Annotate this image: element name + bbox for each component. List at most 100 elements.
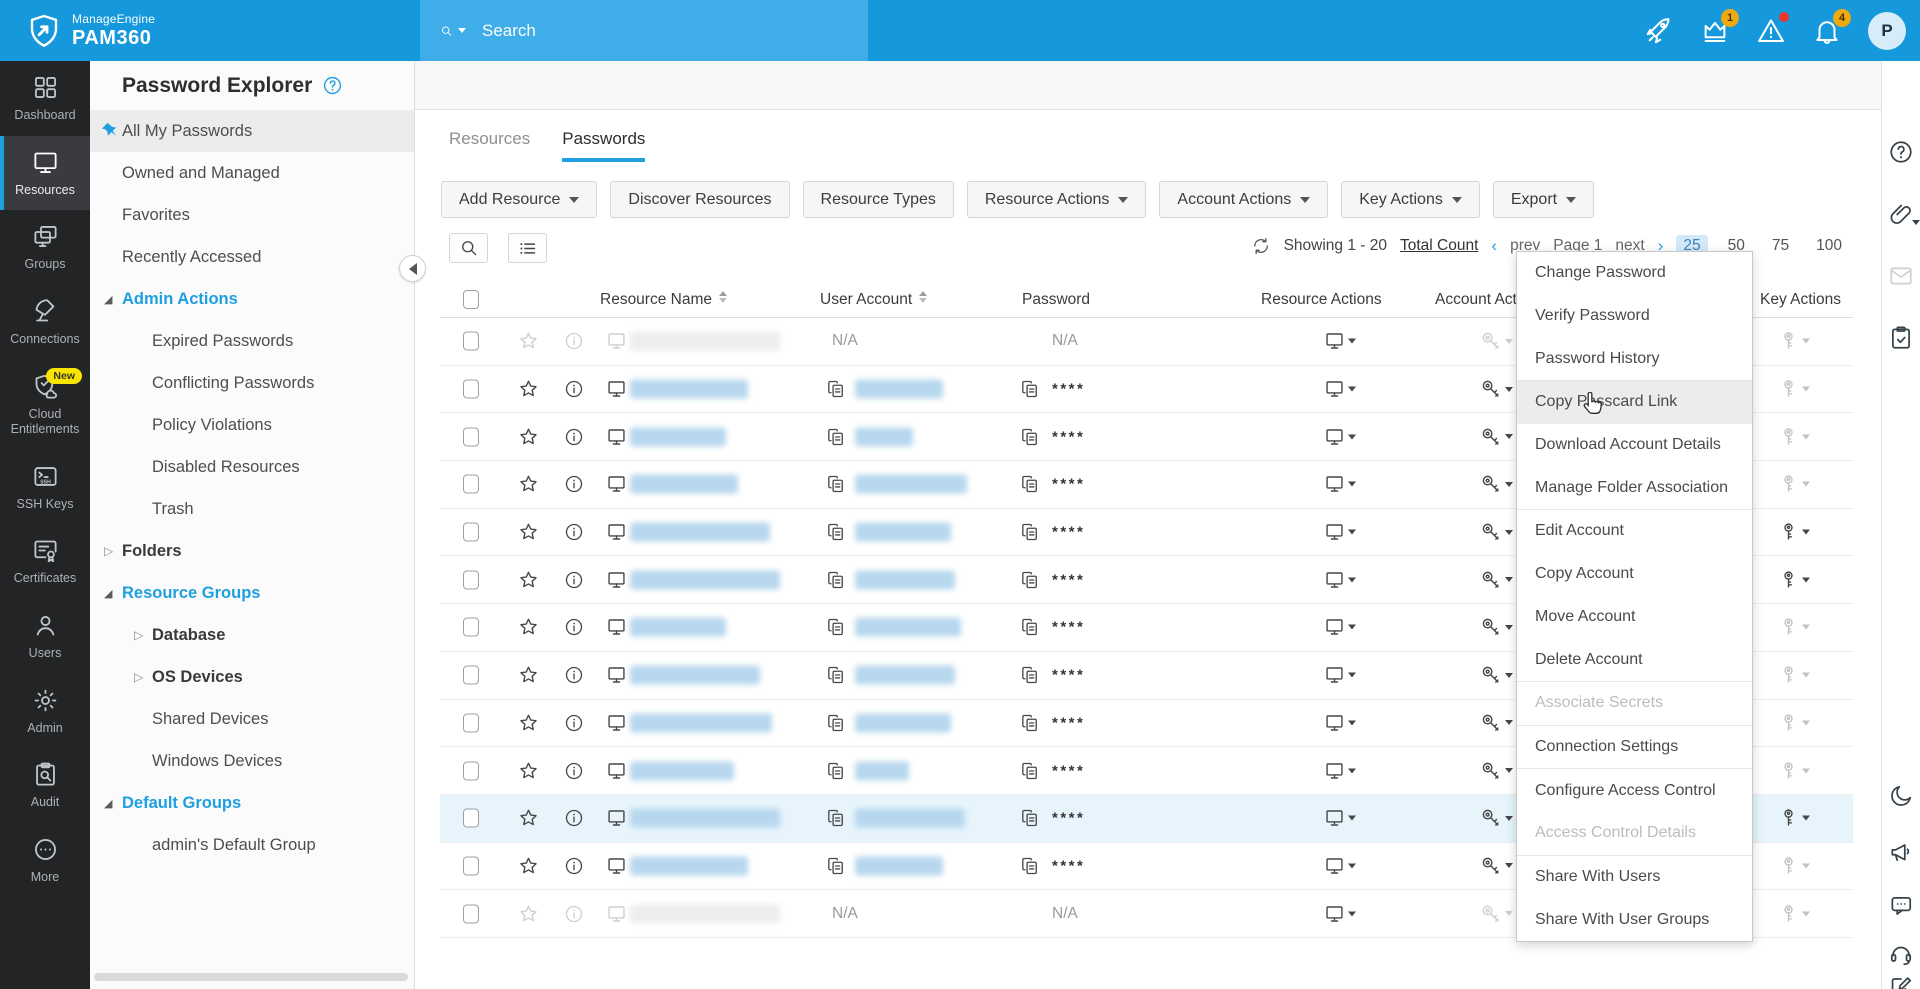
copy-user-account-icon[interactable]	[826, 570, 846, 590]
copy-password-icon[interactable]	[1020, 379, 1040, 399]
key-actions-button[interactable]	[1778, 855, 1810, 876]
global-search-input[interactable]: Search	[420, 0, 868, 61]
info-icon[interactable]	[564, 904, 584, 924]
resource-actions-button[interactable]	[1324, 617, 1356, 638]
key-actions-button[interactable]	[1778, 808, 1810, 829]
resource-actions-button[interactable]	[1324, 426, 1356, 447]
sort-icon[interactable]	[919, 291, 927, 303]
account-actions-button[interactable]	[1480, 664, 1513, 686]
row-checkbox[interactable]	[463, 856, 479, 875]
copy-password-icon[interactable]	[1020, 761, 1040, 781]
key-actions-button[interactable]	[1778, 712, 1810, 733]
copy-user-account-icon[interactable]	[826, 665, 846, 685]
resource-actions-button[interactable]	[1324, 474, 1356, 495]
resource-actions-button[interactable]	[1324, 331, 1356, 352]
tree-item-recently-accessed[interactable]: Recently Accessed	[90, 236, 414, 278]
row-checkbox[interactable]	[463, 475, 479, 494]
tree-item-all-my-passwords[interactable]: All My Passwords	[90, 110, 414, 152]
total-count-link[interactable]: Total Count	[1400, 237, 1478, 255]
account-actions-button[interactable]	[1480, 426, 1513, 448]
favorite-star-icon[interactable]	[518, 903, 539, 924]
tree-item-resource-groups[interactable]: ◢Resource Groups	[90, 572, 414, 614]
app-logo[interactable]: ManageEngine PAM360	[0, 12, 155, 50]
row-checkbox[interactable]	[463, 904, 479, 923]
tree-item-default-groups[interactable]: ◢Default Groups	[90, 782, 414, 824]
favorite-star-icon[interactable]	[518, 712, 539, 733]
resource-actions-button[interactable]	[1324, 760, 1356, 781]
menu-item-share-with-user-groups[interactable]: Share With User Groups	[1517, 898, 1752, 941]
account-actions-button[interactable]	[1480, 807, 1513, 829]
account-actions-button[interactable]	[1480, 616, 1513, 638]
table-search-button[interactable]	[449, 233, 488, 263]
info-icon[interactable]	[564, 474, 584, 494]
help-circle-icon[interactable]	[1888, 139, 1914, 165]
menu-item-change-password[interactable]: Change Password	[1517, 252, 1752, 295]
account-actions-button[interactable]	[1480, 855, 1513, 877]
select-all-checkbox[interactable]	[463, 290, 479, 309]
sidebar-item-ssh-keys[interactable]: SSHSSH Keys	[0, 450, 90, 525]
row-checkbox[interactable]	[463, 809, 479, 828]
tree-collapsed-icon[interactable]: ▷	[134, 670, 143, 684]
key-actions-button[interactable]	[1778, 665, 1810, 686]
account-actions-button[interactable]	[1480, 473, 1513, 495]
user-avatar[interactable]: P	[1868, 12, 1906, 50]
tree-expanded-icon[interactable]: ◢	[104, 293, 112, 306]
tree-item-windows-devices[interactable]: Windows Devices	[90, 740, 414, 782]
copy-user-account-icon[interactable]	[826, 713, 846, 733]
column-header-resource-name[interactable]: Resource Name	[600, 291, 727, 309]
account-actions-button[interactable]	[1480, 760, 1513, 782]
copy-password-icon[interactable]	[1020, 522, 1040, 542]
account-actions-button[interactable]	[1480, 521, 1513, 543]
explorer-scrollbar[interactable]	[94, 973, 408, 981]
copy-password-icon[interactable]	[1020, 617, 1040, 637]
info-icon[interactable]	[564, 856, 584, 876]
sidebar-item-more[interactable]: More	[0, 823, 90, 898]
menu-item-move-account[interactable]: Move Account	[1517, 596, 1752, 639]
copy-user-account-icon[interactable]	[826, 808, 846, 828]
tree-item-admin-s-default-group[interactable]: admin's Default Group	[90, 824, 414, 866]
license-crown-icon[interactable]: 1	[1700, 16, 1730, 46]
favorite-star-icon[interactable]	[518, 665, 539, 686]
menu-item-edit-account[interactable]: Edit Account	[1517, 510, 1752, 553]
key-actions-button[interactable]	[1778, 474, 1810, 495]
copy-password-icon[interactable]	[1020, 665, 1040, 685]
tree-item-favorites[interactable]: Favorites	[90, 194, 414, 236]
tree-expanded-icon[interactable]: ◢	[104, 797, 112, 810]
favorite-star-icon[interactable]	[518, 808, 539, 829]
menu-item-manage-folder-association[interactable]: Manage Folder Association	[1517, 466, 1752, 509]
sidebar-item-cloud-entitlements[interactable]: Cloud EntitlementsNew	[0, 360, 90, 450]
sidebar-item-admin[interactable]: Admin	[0, 674, 90, 749]
key-actions-button[interactable]: Key Actions	[1341, 181, 1480, 218]
favorite-star-icon[interactable]	[518, 760, 539, 781]
resource-actions-button[interactable]	[1324, 522, 1356, 543]
key-actions-button[interactable]	[1778, 903, 1810, 924]
tree-item-shared-devices[interactable]: Shared Devices	[90, 698, 414, 740]
menu-item-verify-password[interactable]: Verify Password	[1517, 295, 1752, 338]
feedback-icon[interactable]	[1888, 973, 1914, 989]
copy-user-account-icon[interactable]	[826, 379, 846, 399]
menu-item-password-history[interactable]: Password History	[1517, 337, 1752, 380]
key-actions-button[interactable]	[1778, 569, 1810, 590]
announcement-icon[interactable]	[1888, 839, 1914, 865]
key-actions-button[interactable]	[1778, 617, 1810, 638]
copy-password-icon[interactable]	[1020, 474, 1040, 494]
sidebar-item-users[interactable]: Users	[0, 599, 90, 674]
copy-user-account-icon[interactable]	[826, 856, 846, 876]
row-checkbox[interactable]	[463, 761, 479, 780]
tree-item-conflicting-passwords[interactable]: Conflicting Passwords	[90, 362, 414, 404]
bell-icon[interactable]: 4	[1812, 16, 1842, 46]
key-actions-button[interactable]	[1778, 760, 1810, 781]
copy-user-account-icon[interactable]	[826, 474, 846, 494]
resource-actions-button[interactable]	[1324, 665, 1356, 686]
row-checkbox[interactable]	[463, 713, 479, 732]
tree-item-owned-and-managed[interactable]: Owned and Managed	[90, 152, 414, 194]
panel-collapse-button[interactable]	[399, 255, 426, 282]
info-icon[interactable]	[564, 522, 584, 542]
row-checkbox[interactable]	[463, 570, 479, 589]
page-size-100[interactable]: 100	[1809, 235, 1849, 257]
info-icon[interactable]	[564, 331, 584, 351]
copy-password-icon[interactable]	[1020, 570, 1040, 590]
menu-item-delete-account[interactable]: Delete Account	[1517, 638, 1752, 681]
account-actions-button[interactable]	[1480, 378, 1513, 400]
row-checkbox[interactable]	[463, 332, 479, 351]
